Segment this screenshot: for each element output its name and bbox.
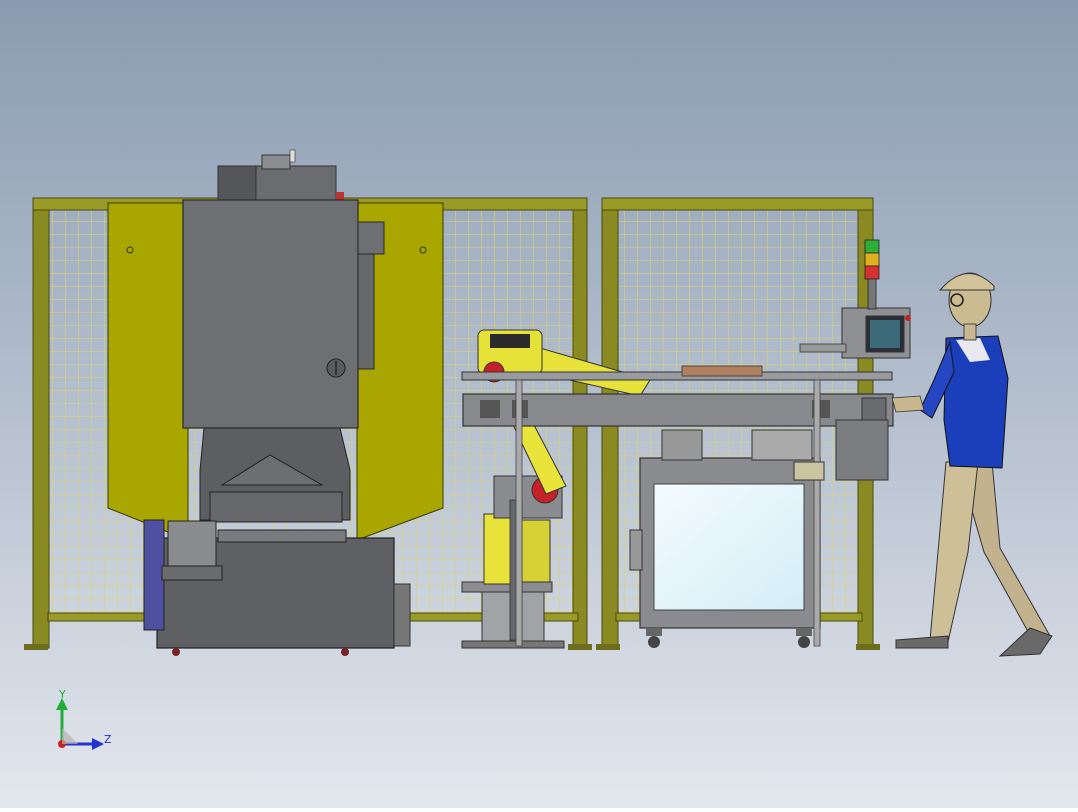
- assembly-drawing: Y Z: [0, 0, 1078, 808]
- conveyor-cabinet[interactable]: [629, 429, 821, 648]
- cad-viewport[interactable]: Y Z: [0, 0, 1078, 808]
- y-axis-label: Y: [58, 688, 66, 701]
- z-axis-label: Z: [104, 733, 112, 746]
- cnc-machine-tool[interactable]: [107, 149, 444, 656]
